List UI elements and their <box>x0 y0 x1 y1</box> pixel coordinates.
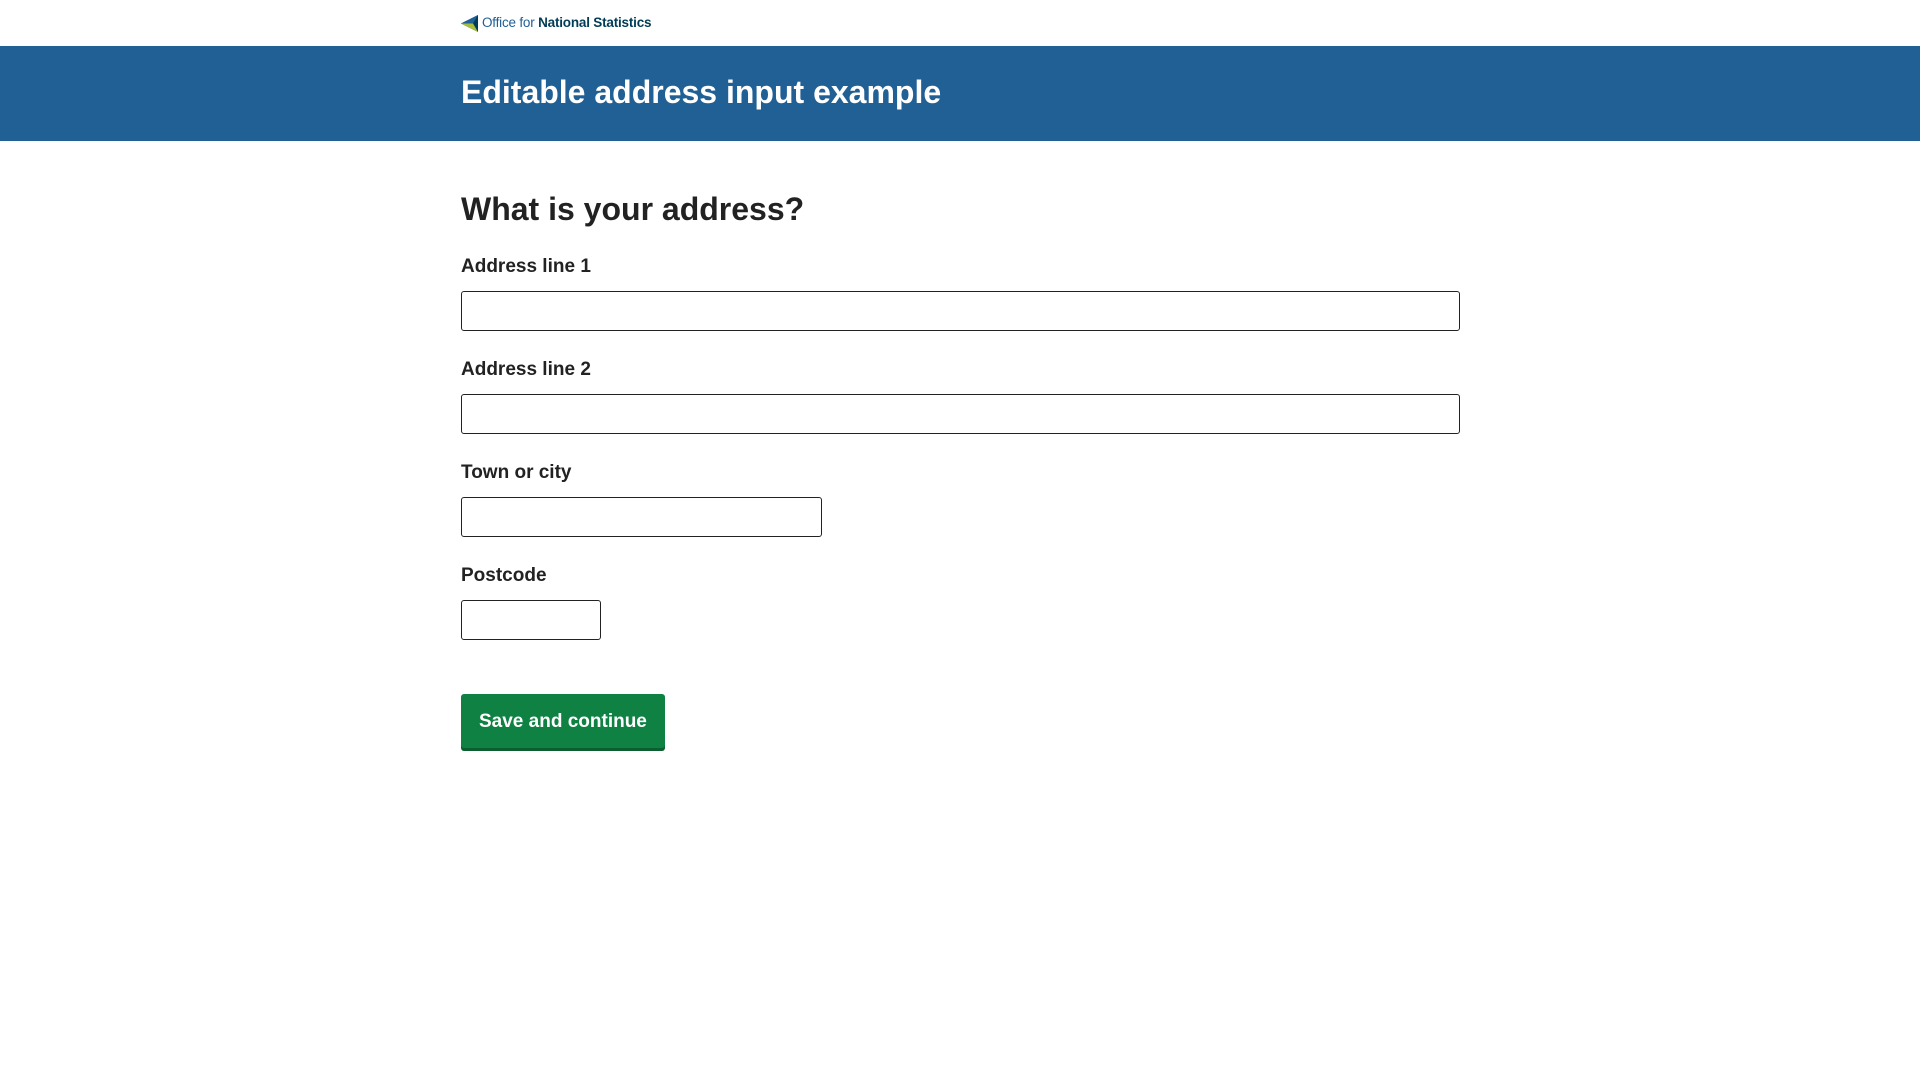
address-line-2-field: Address line 2 <box>461 357 1460 434</box>
question-heading: What is your address? <box>461 191 805 227</box>
logo-prefix: Office for <box>482 15 535 30</box>
logo-strong: National Statistics <box>538 15 652 30</box>
postcode-input[interactable] <box>461 600 601 640</box>
address-line-2-label: Address line 2 <box>461 359 591 380</box>
address-line-2-input[interactable] <box>461 394 1460 434</box>
postcode-label: Postcode <box>461 565 547 586</box>
town-input[interactable] <box>461 497 822 537</box>
address-line-1-label: Address line 1 <box>461 256 591 277</box>
main-content: What is your address? Address line 1 Add… <box>0 141 1920 748</box>
address-line-1-field: Address line 1 <box>461 254 1460 331</box>
town-field: Town or city <box>461 460 1460 537</box>
address-form: Address line 1 Address line 2 Town or ci… <box>461 254 1460 748</box>
ons-logo-link[interactable]: Office for National Statistics <box>461 14 652 32</box>
address-line-1-input[interactable] <box>461 291 1460 331</box>
town-label: Town or city <box>461 462 572 483</box>
page-banner: Editable address input example <box>0 46 1920 141</box>
logo-wordmark: Office for National Statistics <box>482 14 652 32</box>
ons-logo-icon <box>461 14 478 32</box>
postcode-field: Postcode <box>461 563 1460 640</box>
save-and-continue-button[interactable]: Save and continue <box>461 694 665 748</box>
page-title: Editable address input example <box>461 74 942 110</box>
masthead: Office for National Statistics <box>0 0 1920 46</box>
